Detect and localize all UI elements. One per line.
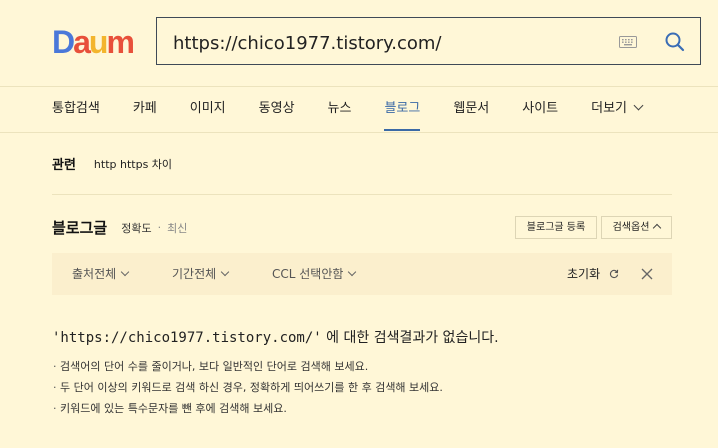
logo-letter-u: u	[88, 23, 108, 60]
chevron-up-icon	[653, 223, 662, 233]
tabs-divider	[0, 132, 718, 133]
blog-section-header: 블로그글 정확도 · 최신	[52, 217, 187, 238]
chevron-down-icon	[120, 267, 130, 277]
sort-accuracy[interactable]: 정확도	[121, 220, 151, 236]
daum-logo[interactable]: D a u m	[52, 23, 135, 60]
filter-source-label: 출처전체	[72, 267, 117, 281]
tab-video[interactable]: 동영상	[259, 87, 295, 131]
refresh-icon	[609, 269, 619, 279]
sort-latest[interactable]: 최신	[167, 220, 187, 236]
filter-ccl[interactable]: CCL 선택안함	[272, 253, 357, 295]
sort-separator: ·	[157, 221, 162, 234]
filter-source[interactable]: 출처전체	[72, 253, 130, 295]
search-box	[156, 17, 701, 65]
filter-period-label: 기간전체	[172, 267, 217, 281]
search-input[interactable]	[171, 29, 595, 57]
related-label: 관련	[52, 158, 76, 173]
close-icon[interactable]	[641, 268, 653, 280]
list-item: 검색어의 단어 수를 줄이거나, 보다 일반적인 단어로 검색해 보세요.	[53, 356, 443, 377]
no-result-text: 에 대한 검색결과가 없습니다.	[321, 330, 499, 346]
tab-image[interactable]: 이미지	[190, 87, 226, 131]
tab-all[interactable]: 통합검색	[52, 87, 100, 131]
search-options-label: 검색옵션	[612, 222, 650, 233]
tab-more[interactable]: 더보기	[591, 87, 644, 131]
filter-bar: 출처전체 기간전체 CCL 선택안함 초기화	[52, 253, 672, 295]
section-divider	[52, 194, 672, 195]
search-options-button[interactable]: 검색옵션	[601, 216, 672, 239]
search-icon[interactable]	[664, 31, 686, 53]
search-tips: 검색어의 단어 수를 줄이거나, 보다 일반적인 단어로 검색해 보세요. 두 …	[53, 356, 443, 419]
no-result-message: 'https://chico1977.tistory.com/' 에 대한 검색…	[52, 327, 499, 347]
tab-site[interactable]: 사이트	[522, 87, 558, 131]
reset-label: 초기화	[567, 267, 601, 281]
chevron-down-icon	[220, 267, 230, 277]
list-item: 두 단어 이상의 키워드로 검색 하신 경우, 정확하게 띄어쓰기를 한 후 검…	[53, 377, 443, 398]
related-keywords: 관련 http https 차이	[52, 154, 172, 174]
register-blog-button[interactable]: 블로그글 등록	[515, 216, 597, 239]
logo-letter-m: m	[106, 23, 134, 60]
list-item: 키워드에 있는 특수문자를 뺀 후에 검색해 보세요.	[53, 398, 443, 419]
search-tabs: 통합검색 카페 이미지 동영상 뉴스 블로그 웹문서 사이트 더보기	[52, 87, 675, 132]
reset-button[interactable]: 초기화	[567, 253, 619, 295]
tab-more-label: 더보기	[591, 101, 628, 116]
no-result-query: 'https://chico1977.tistory.com/'	[52, 330, 322, 346]
logo-letter-a: a	[73, 23, 91, 60]
chevron-down-icon	[633, 100, 644, 111]
keyboard-icon[interactable]	[619, 36, 637, 48]
filter-ccl-label: CCL 선택안함	[272, 267, 344, 281]
tab-news[interactable]: 뉴스	[328, 87, 352, 131]
tab-cafe[interactable]: 카페	[133, 87, 157, 131]
tab-blog[interactable]: 블로그	[384, 87, 420, 131]
section-title: 블로그글	[52, 219, 108, 237]
related-keyword-link[interactable]: http https 차이	[94, 156, 172, 172]
chevron-down-icon	[348, 267, 357, 277]
tab-webdoc[interactable]: 웹문서	[453, 87, 489, 131]
logo-letter-d: D	[52, 23, 75, 60]
filter-period[interactable]: 기간전체	[172, 253, 230, 295]
